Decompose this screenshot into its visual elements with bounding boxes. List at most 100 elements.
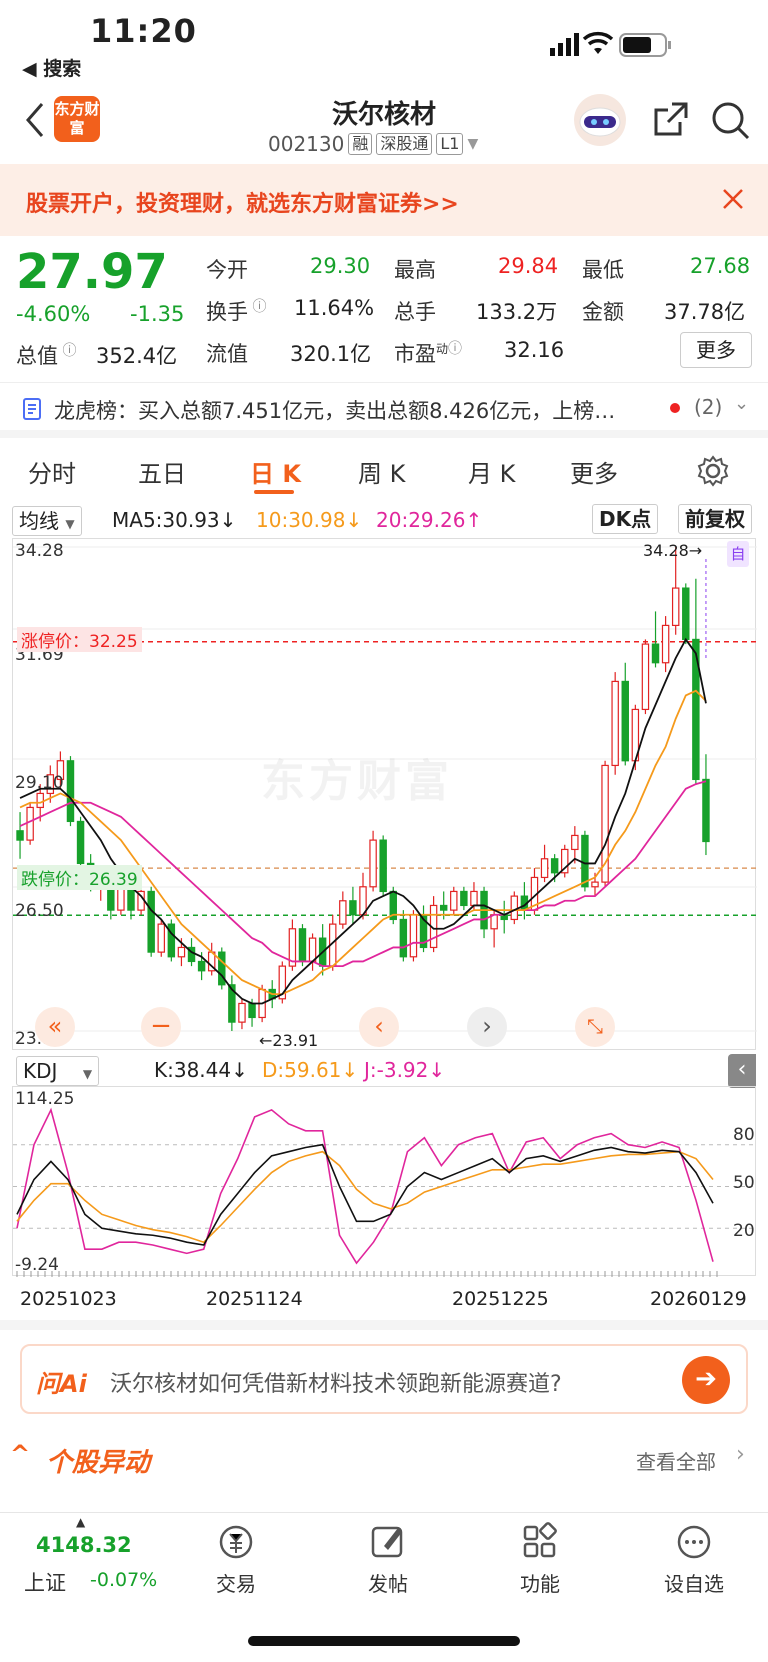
rewind-button[interactable]: « [35, 1007, 75, 1047]
watchlist-icon[interactable] [674, 1522, 714, 1562]
candle-up [450, 890, 458, 911]
functions-icon[interactable] [520, 1522, 560, 1562]
close-icon[interactable] [720, 186, 746, 212]
promo-banner[interactable]: 股票开户，投资理财，就选东方财富证券>> [0, 164, 768, 236]
tab-daily-k[interactable]: 日 K [250, 454, 301, 489]
self-select-tag[interactable]: 自 [727, 541, 749, 567]
max-price-note: 34.28→ [643, 541, 703, 560]
candle-down [581, 834, 589, 888]
candle-up [470, 890, 478, 907]
current-price: 27.97 [16, 244, 168, 300]
kdj-chart[interactable]: 114.25 -9.24 80 50 20 [12, 1086, 757, 1277]
robot-assistant-icon[interactable] [572, 92, 628, 148]
index-change: -0.07% [90, 1569, 158, 1591]
turnover-label: 换手 ⓘ [206, 299, 267, 324]
mktcap-label: 总值 ⓘ [16, 343, 77, 368]
kdj-level-50: 50 [733, 1173, 755, 1193]
candle-down [248, 1002, 256, 1019]
settings-gear-icon[interactable] [696, 454, 730, 488]
unread-dot [670, 403, 680, 413]
candle-down [147, 890, 155, 953]
dragon-tiger-row[interactable]: 龙虎榜：买入总额7.451亿元，卖出总额8.426亿元，上榜… (2) ⌄ [0, 382, 768, 438]
nav-trade[interactable]: 交易 [186, 1568, 286, 1597]
kdj-svg[interactable] [13, 1087, 757, 1277]
stock-anomaly-header: ^ 个股异动 查看全部 › [0, 1430, 768, 1490]
candle-down [439, 904, 448, 911]
promo-text[interactable]: 股票开户，投资理财，就选东方财富证券>> [26, 186, 459, 218]
kdj-select[interactable]: KDJ ▼ [16, 1056, 100, 1086]
low-label: 最低 [582, 258, 624, 282]
nav-functions[interactable]: 功能 [490, 1568, 590, 1597]
ai-question-box[interactable]: 问Ai 沃尔核材如何凭借新材料技术领跑新能源赛道? ➔ [20, 1344, 748, 1414]
dk-point-button[interactable]: DK点 [592, 504, 659, 534]
search-icon[interactable] [710, 100, 752, 142]
min-price-note: ←23.91 [259, 1031, 319, 1050]
document-icon [23, 398, 41, 420]
candle-down [349, 900, 357, 916]
kdj-y-top: 114.25 [15, 1089, 75, 1109]
stock-header: 东方财富 沃尔核材 002130 融 深股通 L1 ▼ [0, 86, 768, 164]
kdj-level-20: 20 [733, 1221, 755, 1241]
fullscreen-button[interactable]: ⤡ [575, 1007, 615, 1047]
date-label-4: 20260129 [650, 1288, 747, 1310]
active-tab-indicator [254, 490, 294, 494]
nav-post[interactable]: 发帖 [338, 1568, 438, 1597]
tab-intraday[interactable]: 分时 [28, 454, 76, 489]
post-icon[interactable] [368, 1522, 408, 1562]
stock-code: 002130 [268, 132, 345, 156]
price-adjust-button[interactable]: 前复权 [678, 504, 752, 534]
index-name[interactable]: 上证 [24, 1567, 66, 1597]
back-to-search[interactable]: ◀ 搜索 [22, 54, 81, 81]
kdj-k-value: K:38.44↓ [154, 1058, 248, 1082]
info-icon[interactable]: ⓘ [248, 299, 266, 315]
zoom-out-button[interactable]: − [141, 1007, 181, 1047]
candle-up [117, 886, 125, 911]
open-value: 29.30 [310, 254, 371, 278]
pe-label: 市盈动ⓘ [394, 341, 463, 366]
tab-monthly-k[interactable]: 月 K [468, 454, 515, 489]
volume-label: 总手 [394, 300, 436, 324]
candle-up [36, 792, 44, 809]
index-value[interactable]: 4148.32 [36, 1533, 132, 1557]
status-bar: 11:20 ◀ 搜索 [0, 0, 768, 86]
ai-logo: 问Ai [36, 1370, 87, 1398]
view-all-link[interactable]: 查看全部 [636, 1446, 716, 1475]
share-icon[interactable] [650, 100, 690, 140]
triangle-down-icon: ▼ [467, 136, 479, 152]
scroll-left-button[interactable]: ‹ [359, 1007, 399, 1047]
candle-down [66, 760, 75, 823]
scroll-right-button[interactable]: › [467, 1007, 507, 1047]
tab-weekly-k[interactable]: 周 K [358, 454, 405, 489]
candle-up [641, 643, 650, 711]
candle-down [460, 890, 468, 907]
signal-wifi-battery-icon [550, 31, 671, 57]
chart-tabs: 分时 五日 日 K 周 K 月 K 更多 [0, 446, 768, 500]
change-percent: -4.60% [16, 302, 91, 326]
divider [0, 1320, 768, 1330]
candle-down [298, 928, 307, 963]
arrow-right-icon[interactable]: ➔ [682, 1356, 730, 1404]
amount-value: 37.78亿 [664, 300, 746, 324]
kline-chart[interactable]: 34.28 31.69 29.10 26.50 23.91 涨停价：32.25 … [12, 538, 757, 1050]
candle-down [550, 858, 559, 874]
ai-question-text[interactable]: 沃尔核材如何凭借新材料技术领跑新能源赛道? [110, 1366, 562, 1398]
change-amount: -1.35 [130, 302, 185, 326]
tag-margin: 融 [348, 133, 373, 155]
nav-add-watchlist[interactable]: 设自选 [644, 1568, 744, 1597]
candle-up [671, 587, 680, 627]
high-label: 最高 [394, 258, 436, 282]
collapse-left-icon[interactable]: ‹ [728, 1054, 756, 1088]
info-icon[interactable]: ⓘ [58, 343, 76, 359]
stock-code-row[interactable]: 002130 融 深股通 L1 ▼ [268, 132, 478, 156]
candle-up [308, 937, 317, 963]
more-button[interactable]: 更多 [680, 332, 752, 368]
info-icon[interactable]: ⓘ [448, 341, 462, 357]
candle-down [16, 830, 24, 841]
candle-down [702, 778, 710, 843]
y-label-top: 34.28 [15, 541, 64, 561]
indicator-select[interactable]: 均线 ▼ [12, 506, 82, 536]
tab-more[interactable]: 更多 [570, 454, 618, 489]
tab-five-day[interactable]: 五日 [138, 454, 186, 489]
float-value: 320.1亿 [290, 342, 372, 366]
trade-icon[interactable] [216, 1522, 256, 1562]
